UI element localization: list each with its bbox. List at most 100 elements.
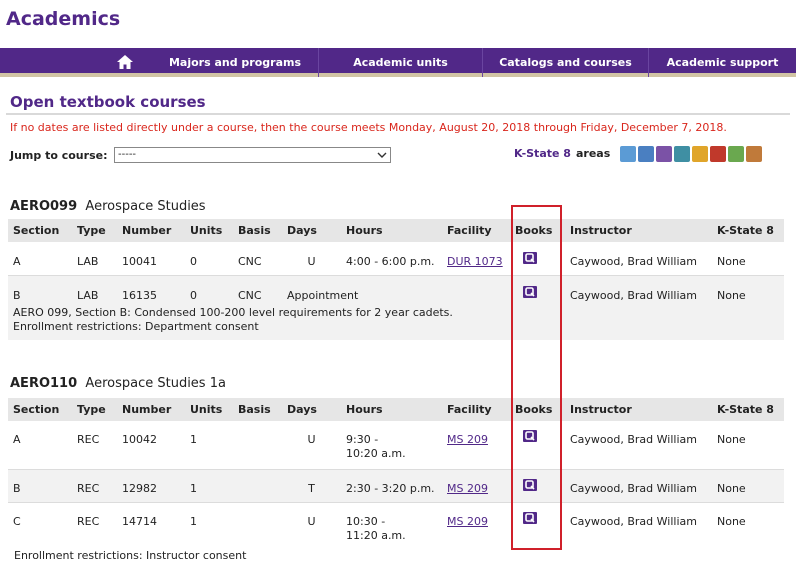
col-basis: Basis [233, 398, 282, 421]
enrollment-restriction: Enrollment restrictions: Department cons… [13, 319, 259, 333]
col-instructor: Instructor [565, 398, 712, 421]
cell-number: 14714 [117, 501, 185, 548]
cell-kstate8: None [712, 468, 784, 502]
kstate8-human-diversity-icon[interactable] [710, 146, 726, 162]
books-column-highlight [511, 205, 562, 550]
hours-start: 9:30 - [346, 433, 379, 446]
cell-instructor: Caywood, Brad William [565, 501, 712, 548]
cell-units: 1 [185, 468, 233, 502]
kstate8-global-icon[interactable] [674, 146, 690, 162]
hours-end: 11:20 a.m. [346, 528, 406, 542]
col-facility: Facility [442, 219, 510, 242]
course-code: AERO110 [10, 376, 78, 391]
nav-majors-and-programs[interactable]: Majors and programs [152, 48, 318, 77]
cell-units: 0 [185, 274, 233, 302]
col-hours: Hours [341, 219, 442, 242]
cell-type: LAB [72, 274, 117, 302]
cell-section: C [8, 501, 72, 548]
cell-facility [442, 274, 510, 302]
jump-to-course-label: Jump to course: [10, 149, 108, 162]
jump-selected-value: ----- [118, 149, 137, 160]
page-title: Open textbook courses [10, 93, 206, 111]
col-type: Type [72, 398, 117, 421]
kstate8-areas-label: areas [576, 147, 611, 160]
table-header-row: Section Type Number Units Basis Days Hou… [8, 398, 784, 421]
table-row: A LAB 10041 0 CNC U 4:00 - 6:00 p.m. DUR… [8, 242, 784, 275]
cell-days: U [282, 501, 341, 548]
cell-kstate8: None [712, 501, 784, 548]
facility-link[interactable]: DUR 1073 [447, 255, 503, 268]
kstate8-ethical-icon[interactable] [656, 146, 672, 162]
facility-link[interactable]: MS 209 [447, 433, 488, 446]
kstate8-historical-icon[interactable] [692, 146, 708, 162]
course-heading: AERO099 Aerospace Studies [10, 199, 206, 214]
home-icon[interactable] [117, 55, 133, 69]
cell-basis [233, 501, 282, 548]
cell-instructor: Caywood, Brad William [570, 433, 697, 446]
cell-section: A [13, 255, 21, 268]
table-row: A REC 10042 1 U 9:30 - 10:20 a.m. MS 209… [8, 421, 784, 469]
kstate8-link[interactable]: K-State 8 [514, 147, 571, 160]
cell-number: 10041 [122, 255, 157, 268]
cell-days: U [307, 433, 316, 446]
course-name: Aerospace Studies [85, 199, 206, 214]
hours-start: 10:30 - [346, 514, 386, 528]
enrollment-restriction: Enrollment restrictions: Instructor cons… [14, 549, 247, 562]
course-heading: AERO110 Aerospace Studies 1a [10, 376, 226, 391]
table-row: C REC 14714 1 U 10:30 - 11:20 a.m. MS 20… [8, 501, 784, 548]
col-days: Days [282, 219, 341, 242]
jump-to-course-select[interactable]: ----- [114, 147, 391, 163]
top-navigation: Majors and programs Academic units Catal… [0, 48, 796, 77]
site-title: Academics [6, 8, 121, 30]
nav-academic-units[interactable]: Academic units [318, 48, 482, 77]
col-section: Section [8, 398, 72, 421]
cell-instructor: Caywood, Brad William [570, 255, 697, 268]
cell-number: 12982 [117, 468, 185, 502]
cell-basis: CNC [233, 274, 282, 302]
cell-hours: 4:00 - 6:00 p.m. [346, 255, 435, 268]
cell-kstate8: None [712, 274, 784, 302]
cell-section: A [13, 433, 21, 446]
course-name: Aerospace Studies 1a [85, 376, 226, 391]
section-note: AERO 099, Section B: Condensed 100-200 l… [13, 305, 453, 319]
kstate8-natural-physical-icon[interactable] [728, 146, 744, 162]
kstate8-empirical-icon[interactable] [638, 146, 654, 162]
cell-type: REC [72, 468, 117, 502]
cell-units: 0 [190, 255, 197, 268]
table-row: B LAB 16135 0 CNC Appointment Caywood, B… [8, 274, 784, 302]
cell-type: REC [72, 501, 117, 548]
cell-days: Appointment [282, 274, 442, 302]
sections-table: Section Type Number Units Basis Days Hou… [8, 398, 784, 548]
chevron-down-icon [377, 152, 387, 158]
cell-kstate8: None [717, 255, 746, 268]
cell-type: REC [77, 433, 100, 446]
facility-link[interactable]: MS 209 [447, 482, 488, 495]
cell-units: 1 [185, 501, 233, 548]
col-kstate8: K-State 8 [712, 219, 784, 242]
kstate8-social-icon[interactable] [746, 146, 762, 162]
cell-units: 1 [190, 433, 197, 446]
col-kstate8: K-State 8 [712, 398, 784, 421]
nav-academic-support[interactable]: Academic support [648, 48, 796, 77]
schedule-notice: If no dates are listed directly under a … [10, 121, 727, 134]
col-days: Days [282, 398, 341, 421]
nav-catalogs-and-courses[interactable]: Catalogs and courses [482, 48, 648, 77]
cell-hours: 9:30 - 10:20 a.m. [341, 421, 442, 469]
table-row: B REC 12982 1 T 2:30 - 3:20 p.m. MS 209 … [8, 468, 784, 502]
cell-type: LAB [77, 255, 99, 268]
kstate8-aesthetic-icon[interactable] [620, 146, 636, 162]
cell-hours: 2:30 - 3:20 p.m. [341, 468, 442, 502]
cell-days: T [282, 468, 341, 502]
col-basis: Basis [233, 219, 282, 242]
col-number: Number [117, 219, 185, 242]
cell-basis [233, 421, 282, 469]
cell-instructor: Caywood, Brad William [565, 274, 712, 302]
col-number: Number [117, 398, 185, 421]
facility-link[interactable]: MS 209 [447, 515, 488, 528]
cell-number: 16135 [117, 274, 185, 302]
col-units: Units [185, 219, 233, 242]
cell-section: B [8, 468, 72, 502]
col-units: Units [185, 398, 233, 421]
col-hours: Hours [341, 398, 442, 421]
sections-table: Section Type Number Units Basis Days Hou… [8, 219, 784, 340]
